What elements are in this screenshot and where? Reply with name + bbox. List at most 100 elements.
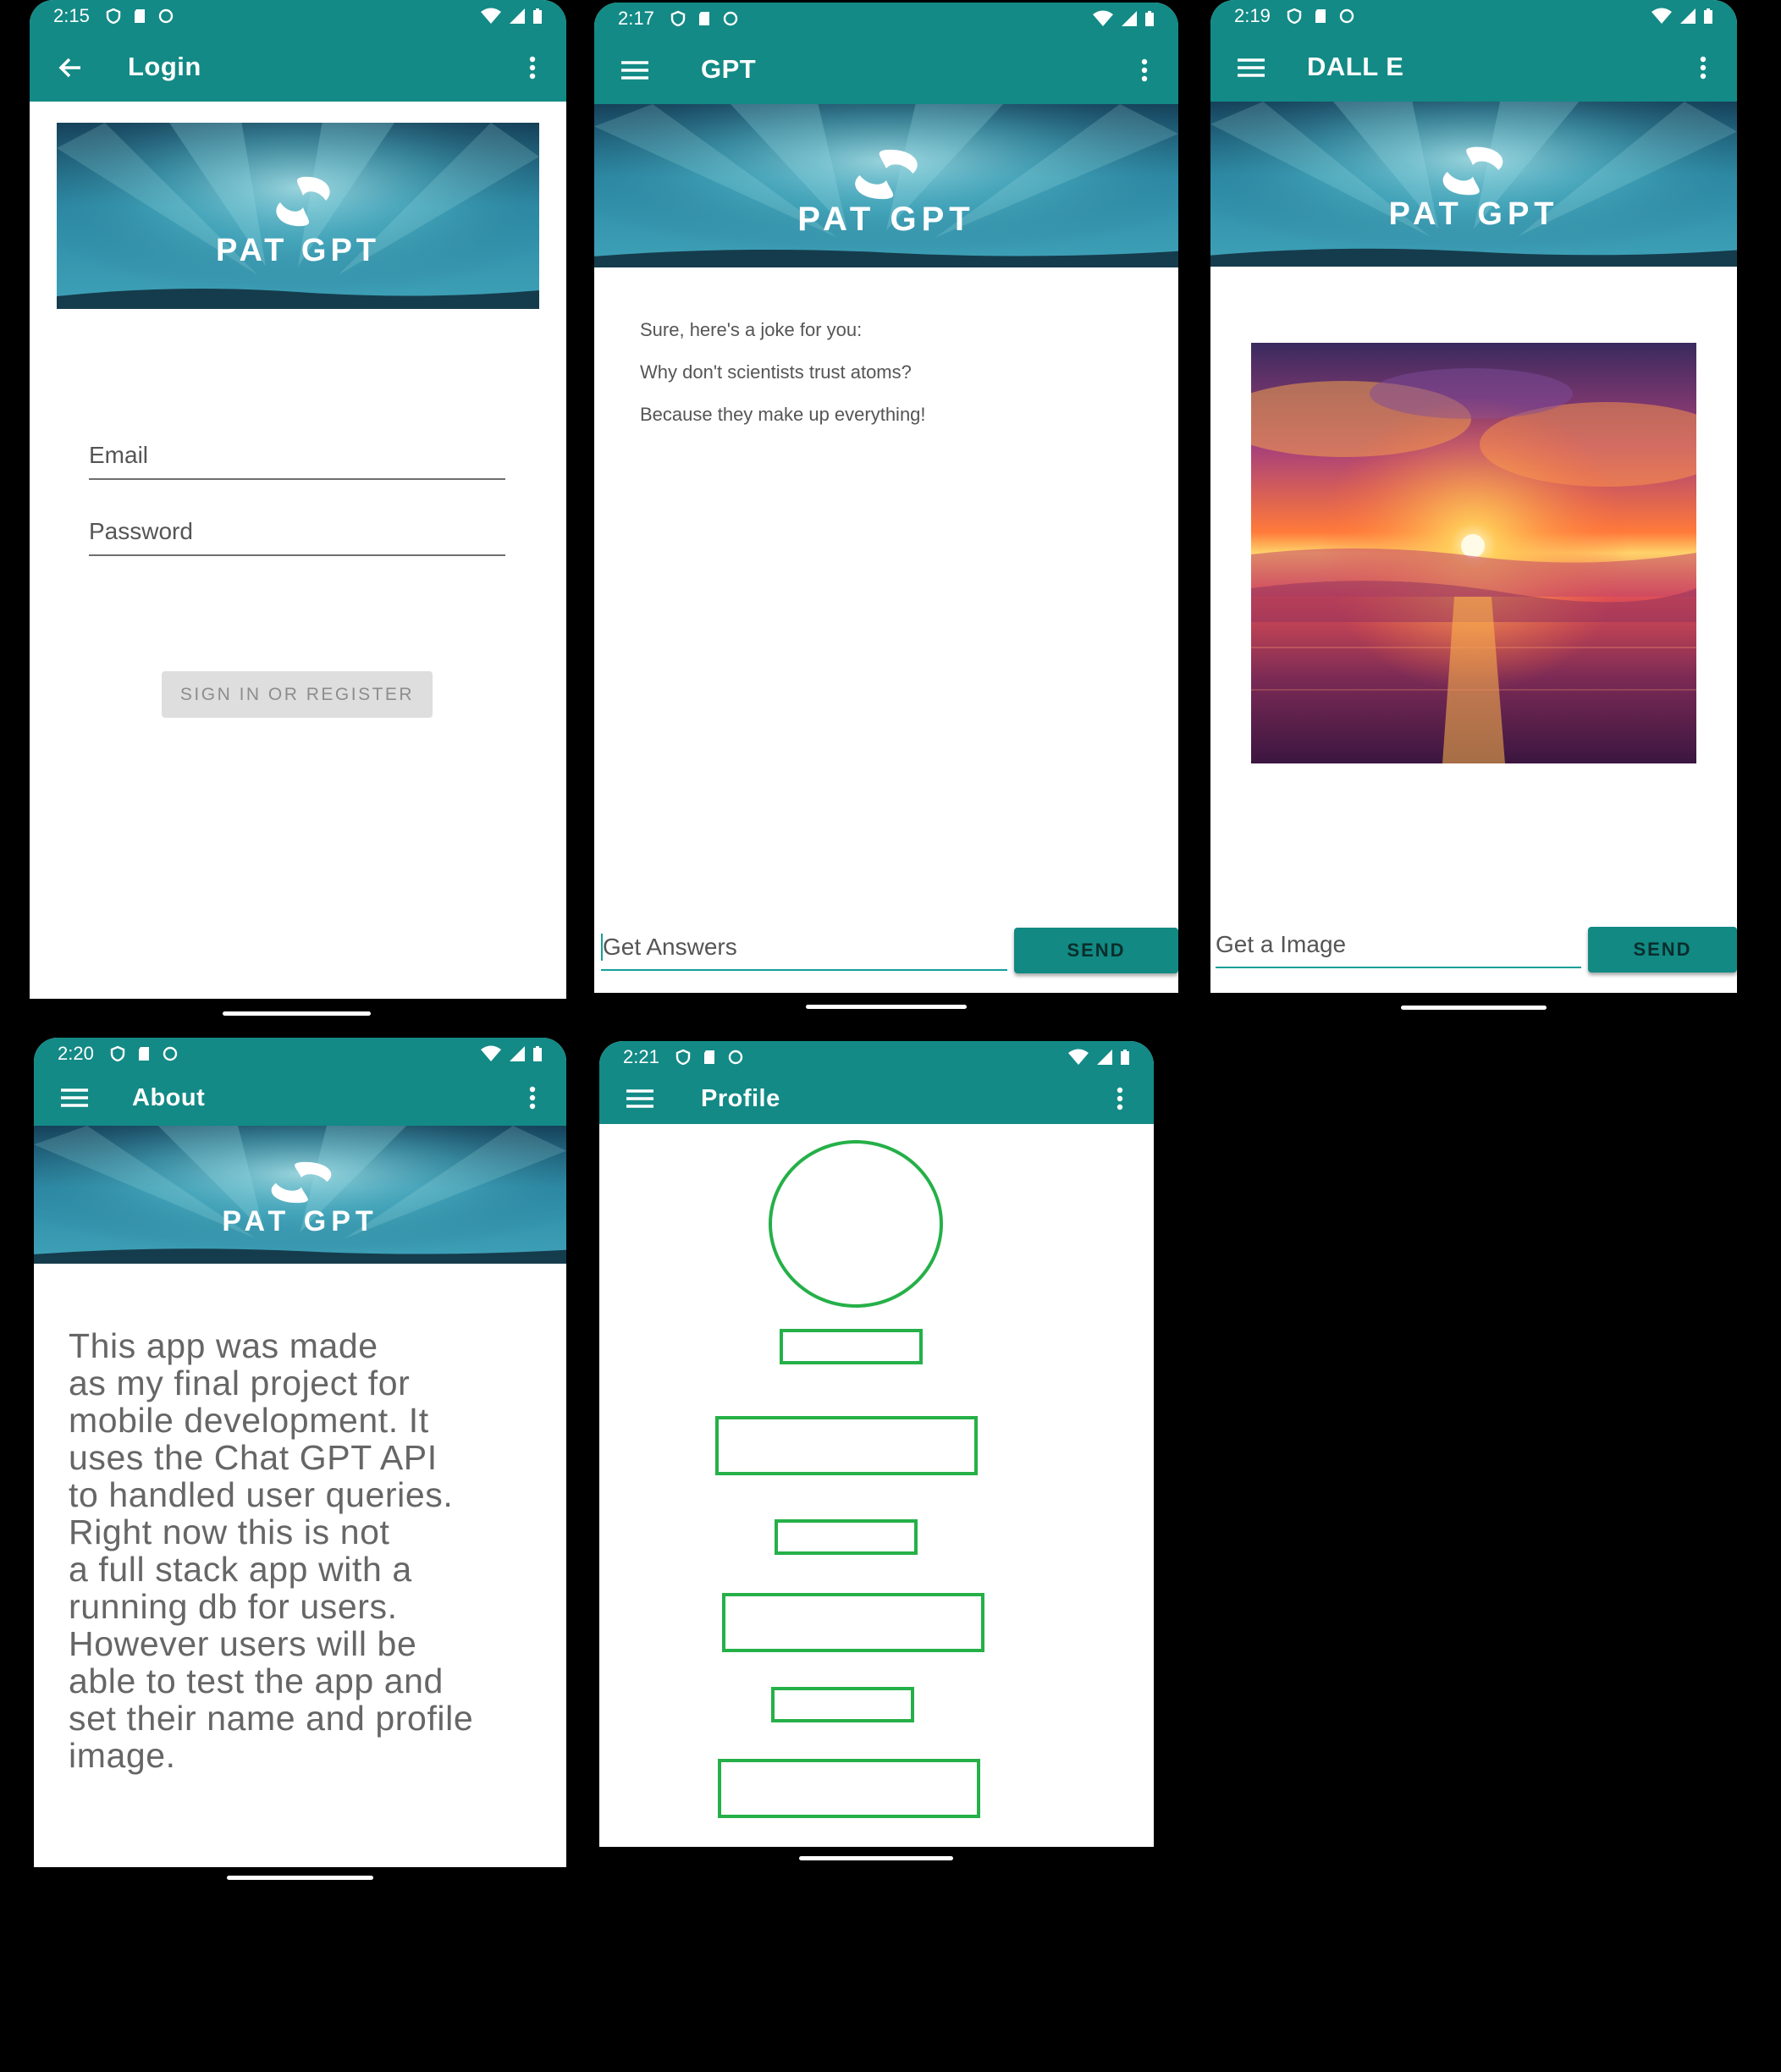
about-line: However users will be (69, 1624, 417, 1663)
chat-message-line: Why don't scientists trust atoms? (640, 361, 912, 383)
logo-swirl-icon (1432, 142, 1514, 200)
wifi-icon (1651, 8, 1672, 24)
battery-icon (1145, 11, 1154, 26)
shield-icon (106, 8, 121, 25)
sd-card-icon (134, 9, 145, 23)
about-line: uses the Chat GPT API (69, 1438, 438, 1477)
status-bar: 2:20 (34, 1038, 566, 1070)
arrow-left-icon[interactable] (52, 49, 89, 86)
page-title: Login (128, 52, 201, 81)
status-time: 2:19 (1234, 5, 1271, 26)
profile-screen: 2:21 Profile (599, 1041, 1154, 1847)
logo-swirl-icon (267, 172, 339, 231)
sd-card-icon (1315, 9, 1326, 23)
about-screen: 2:20 About PAT GPT This app was made as … (34, 1038, 566, 1867)
hamburger-menu-icon[interactable] (56, 1079, 93, 1116)
status-bar: 2:15 (30, 0, 566, 32)
page-title: GPT (701, 54, 757, 84)
about-line: able to test the app and (69, 1661, 444, 1700)
battery-icon (1121, 1050, 1129, 1065)
home-indicator[interactable] (799, 1856, 953, 1860)
hamburger-menu-icon[interactable] (616, 52, 653, 89)
page-title: Profile (701, 1085, 780, 1112)
chat-message-line: Because they make up everything! (640, 404, 926, 425)
brand-banner: PAT GPT (1210, 102, 1737, 267)
gpt-screen: 2:17 GPT PAT GPT Sure, here's a joke for… (594, 3, 1178, 993)
prompt-field[interactable] (1216, 931, 1581, 968)
home-indicator[interactable] (223, 1011, 371, 1016)
email-underline (89, 478, 505, 480)
chat-message-line: Sure, here's a joke for you: (640, 319, 863, 340)
sign-in-button[interactable]: SIGN IN OR REGISTER (162, 671, 433, 718)
signal-icon (1097, 1050, 1112, 1065)
battery-icon (533, 1046, 542, 1061)
battery-icon (533, 8, 542, 24)
more-vert-icon[interactable] (1126, 52, 1163, 89)
app-bar: DALL E (1210, 32, 1737, 102)
sync-icon (728, 1050, 743, 1065)
password-underline (89, 554, 505, 556)
password-input[interactable] (89, 518, 505, 545)
login-screen: 2:15 Login PAT GPT SIGN IN OR REGISTER (30, 0, 566, 999)
sd-card-icon (698, 12, 709, 25)
home-indicator[interactable] (227, 1876, 373, 1880)
query-field[interactable] (601, 934, 1009, 971)
about-line: Right now this is not (69, 1513, 390, 1551)
app-bar: About (34, 1070, 566, 1126)
signal-icon (1680, 8, 1696, 24)
shield-icon (110, 1045, 125, 1062)
sync-icon (163, 1046, 178, 1061)
app-bar: Profile (599, 1073, 1154, 1124)
profile-name-input[interactable] (715, 1416, 978, 1475)
wifi-icon (481, 8, 501, 24)
sd-card-icon (138, 1047, 149, 1061)
prompt-underline (1216, 967, 1581, 968)
about-line: image. (69, 1736, 176, 1775)
battery-icon (1704, 8, 1712, 24)
logo-text: PAT GPT (222, 1205, 378, 1237)
send-button[interactable]: SEND (1014, 928, 1178, 973)
signal-icon (510, 1046, 525, 1061)
profile-avatar[interactable] (769, 1140, 943, 1308)
profile-field-input[interactable] (722, 1593, 984, 1652)
status-time: 2:20 (58, 1043, 94, 1064)
status-time: 2:17 (618, 8, 654, 29)
query-underline (601, 969, 1007, 971)
wifi-icon (1093, 10, 1113, 26)
signal-icon (510, 8, 525, 24)
prompt-input[interactable] (1216, 931, 1581, 958)
status-bar: 2:19 (1210, 0, 1737, 32)
sd-card-icon (703, 1050, 714, 1064)
sync-icon (1339, 8, 1354, 24)
shield-icon (1287, 8, 1302, 25)
status-time: 2:21 (623, 1046, 659, 1067)
hamburger-menu-icon[interactable] (621, 1080, 659, 1117)
app-bar: Login (30, 32, 566, 102)
wifi-icon (481, 1045, 501, 1061)
more-vert-icon[interactable] (1685, 49, 1722, 86)
email-field[interactable] (89, 442, 505, 480)
query-input[interactable] (601, 934, 1009, 961)
more-vert-icon[interactable] (1101, 1080, 1139, 1117)
status-time: 2:15 (53, 5, 90, 26)
email-input[interactable] (89, 442, 505, 469)
profile-field-input[interactable] (718, 1759, 980, 1818)
sync-icon (158, 8, 174, 24)
profile-field-label (771, 1687, 914, 1722)
logo-swirl-icon (844, 145, 929, 204)
hamburger-menu-icon[interactable] (1232, 49, 1270, 86)
sync-icon (723, 11, 738, 26)
more-vert-icon[interactable] (514, 49, 551, 86)
page-title: DALL E (1307, 52, 1404, 81)
logo-text: PAT GPT (215, 233, 381, 268)
password-field[interactable] (89, 518, 505, 556)
home-indicator[interactable] (806, 1005, 967, 1009)
home-indicator[interactable] (1401, 1006, 1547, 1010)
about-line: set their name and profile (69, 1699, 474, 1738)
logo-text: PAT GPT (797, 201, 975, 238)
more-vert-icon[interactable] (514, 1079, 551, 1116)
wifi-icon (1068, 1049, 1089, 1065)
brand-banner: PAT GPT (34, 1126, 566, 1264)
signal-icon (1122, 11, 1137, 26)
send-button[interactable]: SEND (1588, 927, 1737, 973)
